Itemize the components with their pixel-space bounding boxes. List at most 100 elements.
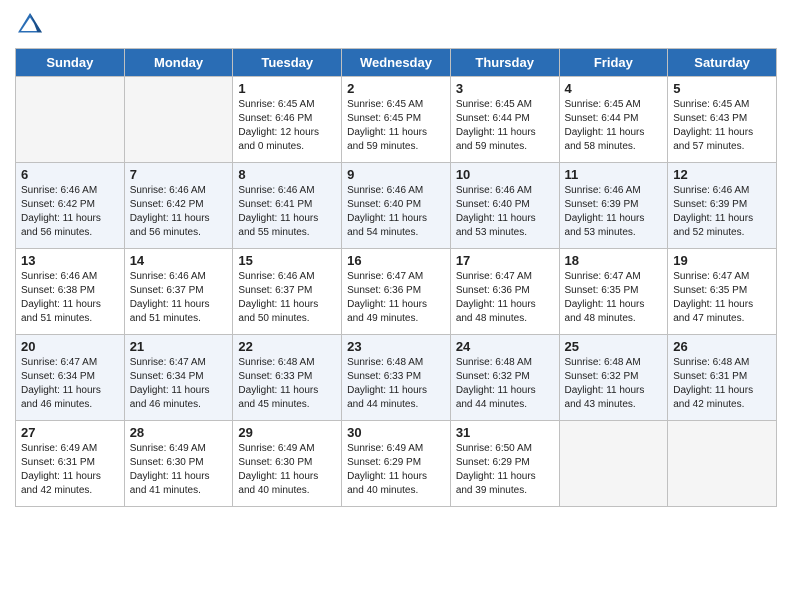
day-number: 20 <box>21 339 119 354</box>
calendar-cell: 25 Sunrise: 6:48 AM Sunset: 6:32 PM Dayli… <box>559 335 668 421</box>
calendar-cell: 21 Sunrise: 6:47 AM Sunset: 6:34 PM Dayli… <box>124 335 233 421</box>
logo <box>15 10 49 40</box>
day-info: Sunrise: 6:46 AM Sunset: 6:40 PM Dayligh… <box>347 184 445 240</box>
calendar-cell: 11Sunrise: 6:46 AM Sunset: 6:39 PM Dayli… <box>559 163 668 249</box>
day-number: 13 <box>21 253 119 268</box>
day-number: 21 <box>130 339 228 354</box>
day-number: 28 <box>130 425 228 440</box>
calendar-cell: 26 Sunrise: 6:48 AM Sunset: 6:31 PM Dayli… <box>668 335 777 421</box>
day-number: 10 <box>456 167 554 182</box>
day-info: Sunrise: 6:47 AM Sunset: 6:34 PM Dayligh… <box>21 356 119 412</box>
day-info: Sunrise: 6:50 AM Sunset: 6:29 PM Dayligh… <box>456 442 554 498</box>
calendar-cell: 3 Sunrise: 6:45 AM Sunset: 6:44 PM Daylig… <box>450 77 559 163</box>
day-number: 30 <box>347 425 445 440</box>
day-info: Sunrise: 6:49 AM Sunset: 6:31 PM Dayligh… <box>21 442 119 498</box>
day-info: Sunrise: 6:45 AM Sunset: 6:44 PM Dayligh… <box>565 98 663 154</box>
calendar-cell: 4Sunrise: 6:45 AM Sunset: 6:44 PM Daylig… <box>559 77 668 163</box>
day-info: Sunrise: 6:47 AM Sunset: 6:35 PM Dayligh… <box>565 270 663 326</box>
day-number: 16 <box>347 253 445 268</box>
calendar-cell: 6 Sunrise: 6:46 AM Sunset: 6:42 PM Daylig… <box>16 163 125 249</box>
calendar-cell: 22 Sunrise: 6:48 AM Sunset: 6:33 PM Dayli… <box>233 335 342 421</box>
day-number: 7 <box>130 167 228 182</box>
day-info: Sunrise: 6:46 AM Sunset: 6:42 PM Dayligh… <box>21 184 119 240</box>
calendar-week-row: 27 Sunrise: 6:49 AM Sunset: 6:31 PM Dayli… <box>16 421 777 507</box>
page-container: SundayMondayTuesdayWednesdayThursdayFrid… <box>0 0 792 522</box>
day-info: Sunrise: 6:46 AM Sunset: 6:37 PM Dayligh… <box>130 270 228 326</box>
calendar-cell: 10 Sunrise: 6:46 AM Sunset: 6:40 PM Dayli… <box>450 163 559 249</box>
calendar-header-row: SundayMondayTuesdayWednesdayThursdayFrid… <box>16 49 777 77</box>
day-info: Sunrise: 6:46 AM Sunset: 6:40 PM Dayligh… <box>456 184 554 240</box>
day-info: Sunrise: 6:45 AM Sunset: 6:46 PM Dayligh… <box>238 98 336 154</box>
day-number: 31 <box>456 425 554 440</box>
day-info: Sunrise: 6:46 AM Sunset: 6:39 PM Dayligh… <box>673 184 771 240</box>
weekday-header-thursday: Thursday <box>450 49 559 77</box>
day-number: 17 <box>456 253 554 268</box>
day-number: 8 <box>238 167 336 182</box>
day-info: Sunrise: 6:49 AM Sunset: 6:30 PM Dayligh… <box>130 442 228 498</box>
calendar-cell: 20 Sunrise: 6:47 AM Sunset: 6:34 PM Dayli… <box>16 335 125 421</box>
weekday-header-wednesday: Wednesday <box>342 49 451 77</box>
day-number: 25 <box>565 339 663 354</box>
calendar-week-row: 1 Sunrise: 6:45 AM Sunset: 6:46 PM Daylig… <box>16 77 777 163</box>
weekday-header-tuesday: Tuesday <box>233 49 342 77</box>
weekday-header-saturday: Saturday <box>668 49 777 77</box>
weekday-header-monday: Monday <box>124 49 233 77</box>
day-info: Sunrise: 6:49 AM Sunset: 6:30 PM Dayligh… <box>238 442 336 498</box>
day-number: 6 <box>21 167 119 182</box>
logo-icon <box>15 10 45 40</box>
day-number: 5 <box>673 81 771 96</box>
calendar-cell: 24Sunrise: 6:48 AM Sunset: 6:32 PM Dayli… <box>450 335 559 421</box>
calendar-cell: 29 Sunrise: 6:49 AM Sunset: 6:30 PM Dayli… <box>233 421 342 507</box>
weekday-header-friday: Friday <box>559 49 668 77</box>
calendar-cell: 8 Sunrise: 6:46 AM Sunset: 6:41 PM Daylig… <box>233 163 342 249</box>
calendar-cell: 31 Sunrise: 6:50 AM Sunset: 6:29 PM Dayli… <box>450 421 559 507</box>
day-number: 1 <box>238 81 336 96</box>
calendar-cell: 27 Sunrise: 6:49 AM Sunset: 6:31 PM Dayli… <box>16 421 125 507</box>
day-info: Sunrise: 6:46 AM Sunset: 6:37 PM Dayligh… <box>238 270 336 326</box>
calendar-cell: 18 Sunrise: 6:47 AM Sunset: 6:35 PM Dayli… <box>559 249 668 335</box>
page-header <box>15 10 777 40</box>
day-info: Sunrise: 6:47 AM Sunset: 6:36 PM Dayligh… <box>456 270 554 326</box>
day-number: 26 <box>673 339 771 354</box>
day-number: 2 <box>347 81 445 96</box>
day-info: Sunrise: 6:46 AM Sunset: 6:38 PM Dayligh… <box>21 270 119 326</box>
day-info: Sunrise: 6:48 AM Sunset: 6:33 PM Dayligh… <box>347 356 445 412</box>
day-info: Sunrise: 6:47 AM Sunset: 6:34 PM Dayligh… <box>130 356 228 412</box>
calendar-week-row: 20 Sunrise: 6:47 AM Sunset: 6:34 PM Dayli… <box>16 335 777 421</box>
calendar-cell: 16 Sunrise: 6:47 AM Sunset: 6:36 PM Dayli… <box>342 249 451 335</box>
day-number: 3 <box>456 81 554 96</box>
day-number: 18 <box>565 253 663 268</box>
calendar-cell: 23 Sunrise: 6:48 AM Sunset: 6:33 PM Dayli… <box>342 335 451 421</box>
calendar-week-row: 13 Sunrise: 6:46 AM Sunset: 6:38 PM Dayli… <box>16 249 777 335</box>
calendar-cell: 17 Sunrise: 6:47 AM Sunset: 6:36 PM Dayli… <box>450 249 559 335</box>
day-number: 23 <box>347 339 445 354</box>
calendar-cell: 14 Sunrise: 6:46 AM Sunset: 6:37 PM Dayli… <box>124 249 233 335</box>
calendar-week-row: 6 Sunrise: 6:46 AM Sunset: 6:42 PM Daylig… <box>16 163 777 249</box>
calendar-cell: 12Sunrise: 6:46 AM Sunset: 6:39 PM Dayli… <box>668 163 777 249</box>
day-info: Sunrise: 6:46 AM Sunset: 6:41 PM Dayligh… <box>238 184 336 240</box>
day-number: 29 <box>238 425 336 440</box>
day-number: 9 <box>347 167 445 182</box>
calendar-cell: 30 Sunrise: 6:49 AM Sunset: 6:29 PM Dayli… <box>342 421 451 507</box>
day-info: Sunrise: 6:49 AM Sunset: 6:29 PM Dayligh… <box>347 442 445 498</box>
day-info: Sunrise: 6:48 AM Sunset: 6:33 PM Dayligh… <box>238 356 336 412</box>
day-info: Sunrise: 6:48 AM Sunset: 6:32 PM Dayligh… <box>565 356 663 412</box>
calendar-cell <box>668 421 777 507</box>
calendar-table: SundayMondayTuesdayWednesdayThursdayFrid… <box>15 48 777 507</box>
day-info: Sunrise: 6:47 AM Sunset: 6:36 PM Dayligh… <box>347 270 445 326</box>
day-number: 27 <box>21 425 119 440</box>
day-info: Sunrise: 6:47 AM Sunset: 6:35 PM Dayligh… <box>673 270 771 326</box>
calendar-cell: 9 Sunrise: 6:46 AM Sunset: 6:40 PM Daylig… <box>342 163 451 249</box>
day-info: Sunrise: 6:45 AM Sunset: 6:43 PM Dayligh… <box>673 98 771 154</box>
calendar-cell <box>559 421 668 507</box>
day-info: Sunrise: 6:45 AM Sunset: 6:44 PM Dayligh… <box>456 98 554 154</box>
day-info: Sunrise: 6:48 AM Sunset: 6:31 PM Dayligh… <box>673 356 771 412</box>
calendar-cell: 19Sunrise: 6:47 AM Sunset: 6:35 PM Dayli… <box>668 249 777 335</box>
day-number: 22 <box>238 339 336 354</box>
calendar-cell: 13 Sunrise: 6:46 AM Sunset: 6:38 PM Dayli… <box>16 249 125 335</box>
calendar-cell: 7Sunrise: 6:46 AM Sunset: 6:42 PM Daylig… <box>124 163 233 249</box>
day-number: 14 <box>130 253 228 268</box>
calendar-cell: 1 Sunrise: 6:45 AM Sunset: 6:46 PM Daylig… <box>233 77 342 163</box>
day-info: Sunrise: 6:48 AM Sunset: 6:32 PM Dayligh… <box>456 356 554 412</box>
day-info: Sunrise: 6:45 AM Sunset: 6:45 PM Dayligh… <box>347 98 445 154</box>
